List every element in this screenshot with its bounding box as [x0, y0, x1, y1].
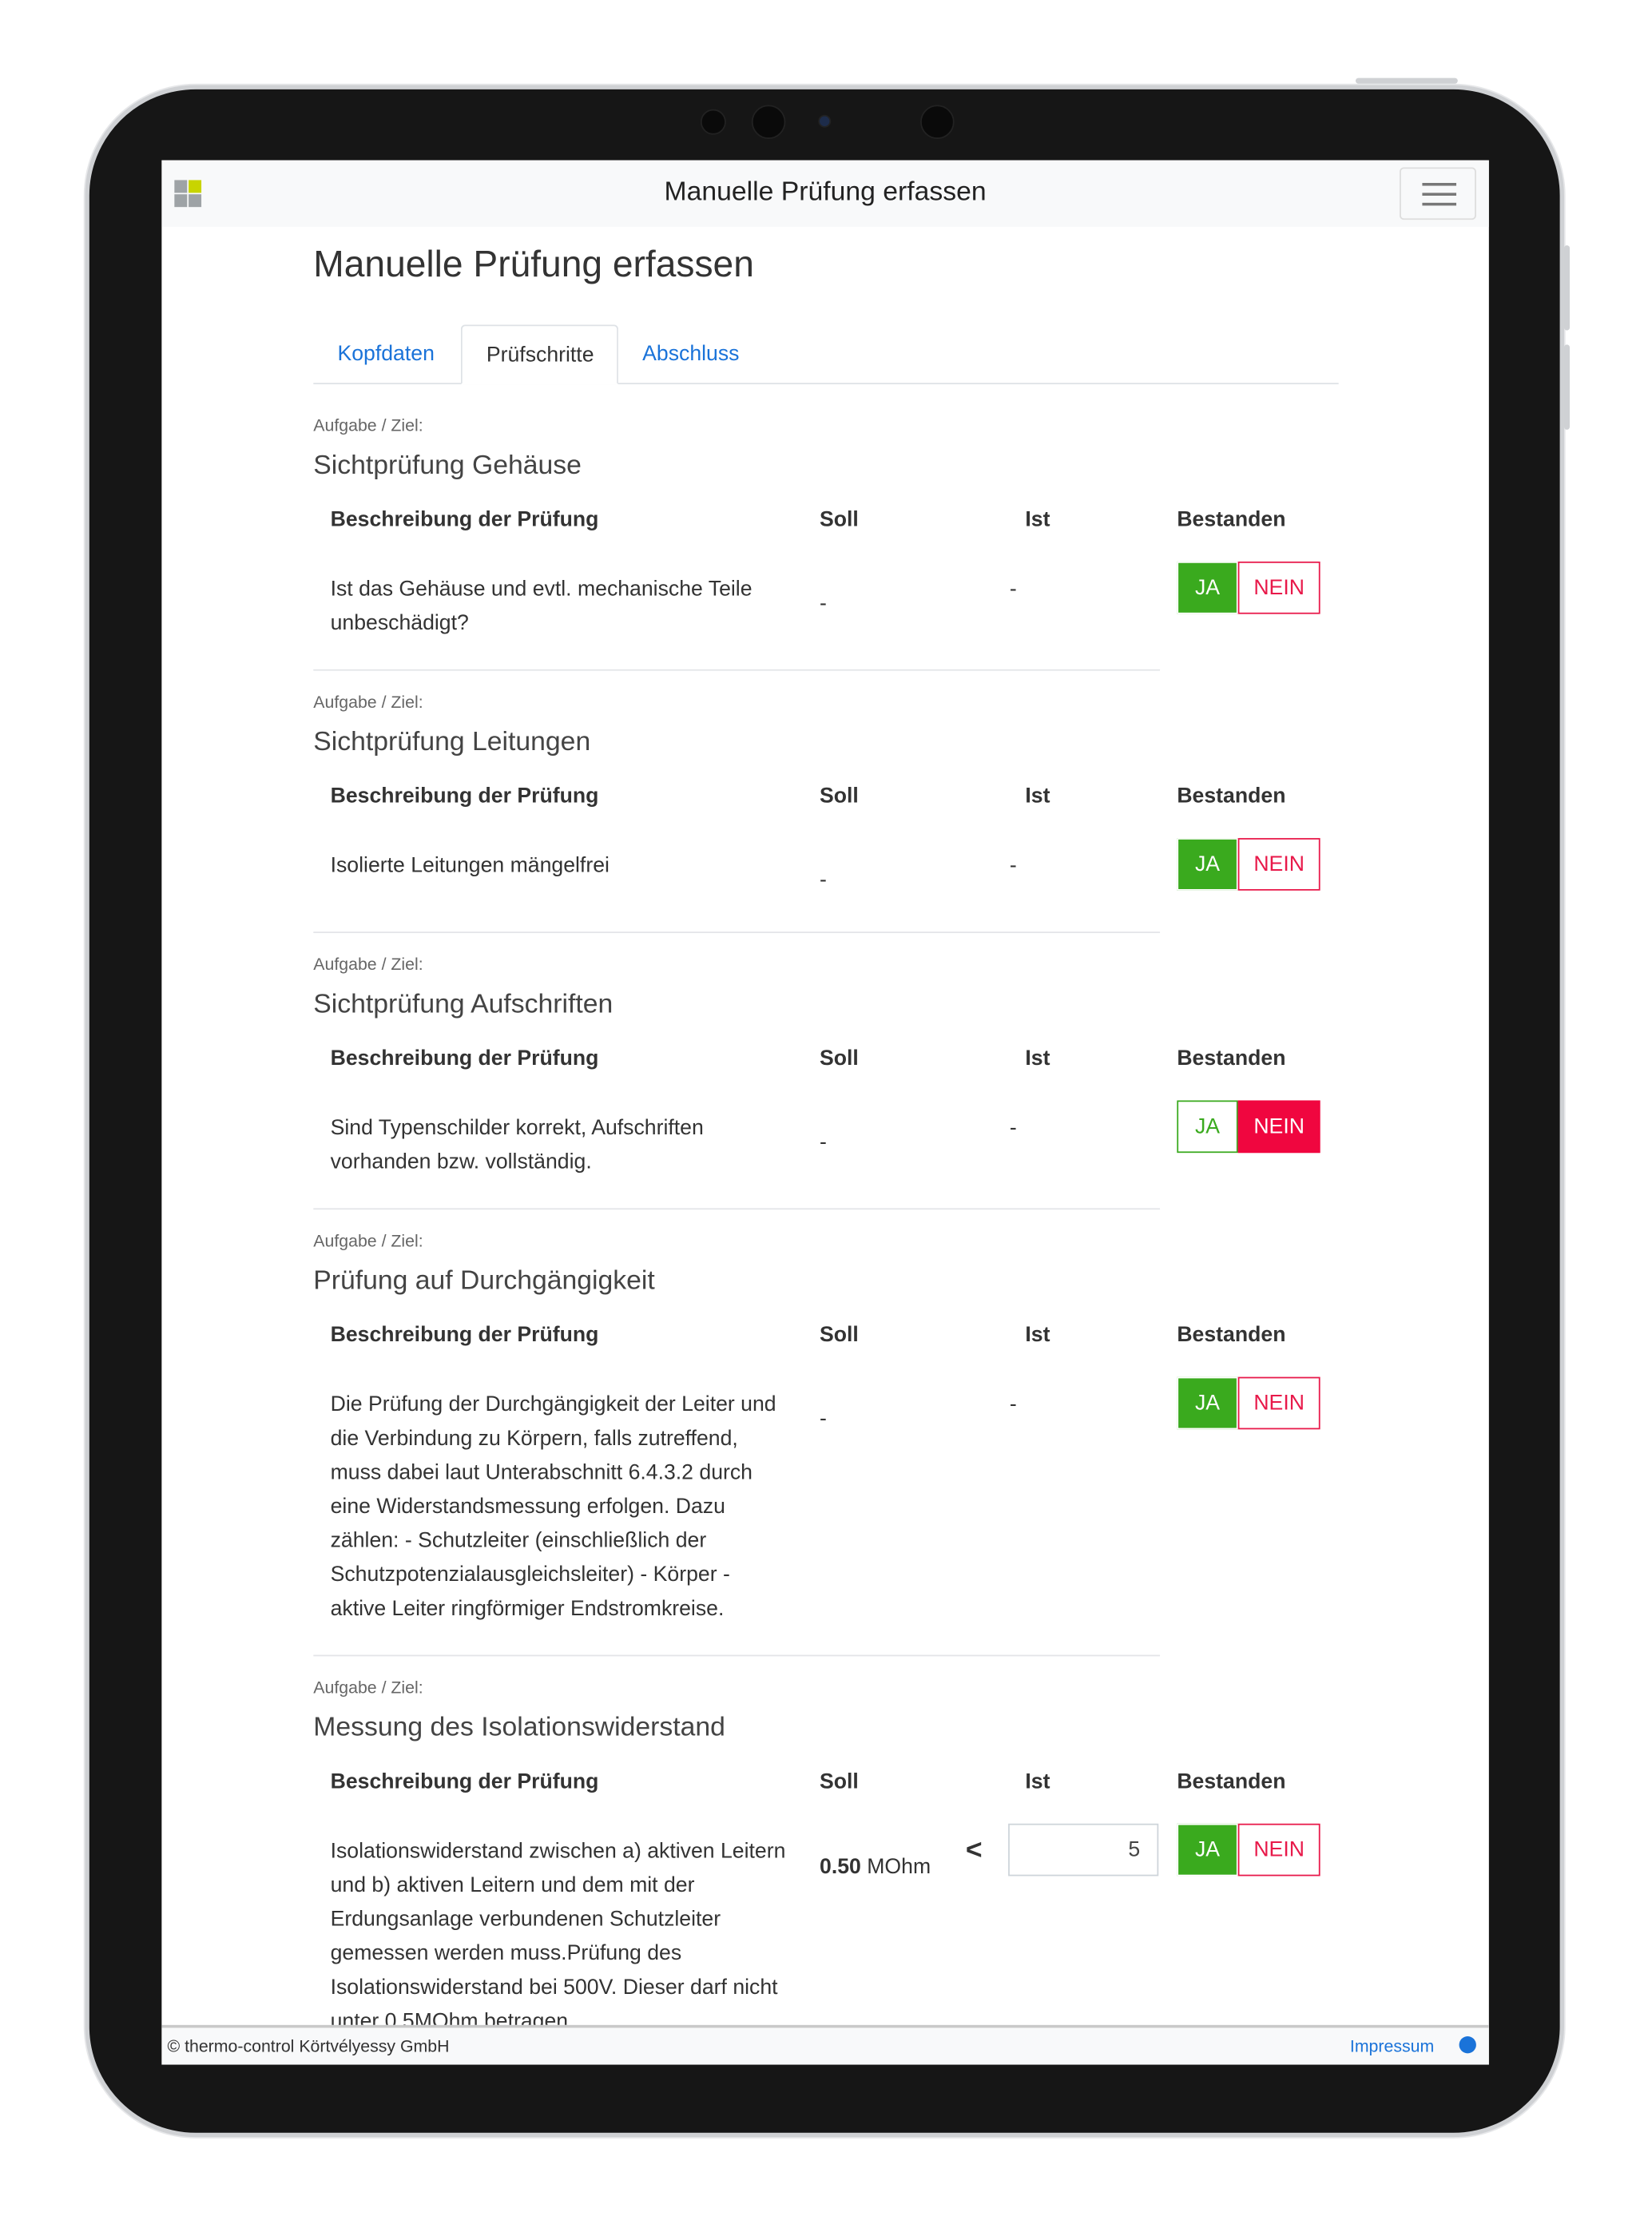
- table-row: Ist das Gehäuse und evtl. mechanische Te…: [313, 556, 1320, 671]
- aufgabe-label: Aufgabe / Ziel:: [313, 1230, 423, 1251]
- volume-down-button: [1563, 344, 1571, 430]
- section-title: Messung des Isolationswiderstand: [313, 1713, 725, 1743]
- top-button: [1355, 77, 1458, 84]
- soll-unit: MOhm: [867, 1854, 931, 1880]
- header-beschreibung: Beschreibung der Prüfung: [330, 507, 599, 532]
- github-icon[interactable]: [1459, 2036, 1476, 2054]
- table-header: Beschreibung der Prüfung Soll Ist Bestan…: [313, 488, 1338, 556]
- header-soll: Soll: [820, 1769, 859, 1794]
- header-soll: Soll: [820, 1323, 859, 1348]
- operator: <: [965, 1834, 983, 1867]
- ist-value: -: [1009, 1116, 1017, 1141]
- table-header: Beschreibung der Prüfung Soll Ist Bestan…: [313, 1027, 1338, 1094]
- header-bestanden: Bestanden: [1177, 784, 1286, 808]
- navbar-title: Manuelle Prüfung erfassen: [664, 177, 987, 208]
- table-header: Beschreibung der Prüfung Soll Ist Bestan…: [313, 1303, 1338, 1371]
- soll-value: 0.50 MOhm: [820, 1855, 931, 1879]
- description: Ist das Gehäuse und evtl. mechanische Te…: [330, 577, 753, 636]
- ja-button[interactable]: JA: [1177, 561, 1238, 614]
- camera-lens-icon: [818, 114, 832, 128]
- pruefschritt-section: Aufgabe / Ziel: Sichtprüfung Gehäuse Bes…: [313, 414, 1338, 671]
- section-title: Sichtprüfung Leitungen: [313, 727, 591, 757]
- header-ist: Ist: [1025, 1323, 1050, 1348]
- tab-kopfdaten[interactable]: Kopfdaten: [313, 324, 459, 383]
- soll-value: -: [820, 1406, 827, 1432]
- nein-button[interactable]: NEIN: [1237, 1376, 1320, 1430]
- pruefschritt-section: Aufgabe / Ziel: Sichtprüfung Leitungen B…: [313, 690, 1338, 934]
- header-beschreibung: Beschreibung der Prüfung: [330, 1323, 599, 1348]
- ja-button[interactable]: JA: [1177, 1823, 1238, 1877]
- aufgabe-label: Aufgabe / Ziel:: [313, 415, 423, 435]
- header-soll: Soll: [820, 784, 859, 808]
- table-header: Beschreibung der Prüfung Soll Ist Bestan…: [313, 765, 1338, 832]
- menu-toggle-button[interactable]: [1400, 167, 1476, 220]
- bestanden-toggle: JA NEIN: [1177, 561, 1320, 614]
- aufgabe-label: Aufgabe / Ziel:: [313, 1677, 423, 1698]
- description: Die Prüfung der Durchgängigkeit der Leit…: [330, 1392, 776, 1621]
- tab-pruefschritte[interactable]: Prüfschritte: [460, 324, 618, 385]
- camera-icon: [751, 105, 786, 139]
- tab-bar: Kopfdaten Prüfschritte Abschluss: [313, 324, 1339, 385]
- section-title: Prüfung auf Durchgängigkeit: [313, 1266, 655, 1297]
- soll-number: 0.50: [820, 1854, 861, 1880]
- description: Isolationswiderstand zwischen a) aktiven…: [330, 1839, 786, 2034]
- header-ist: Ist: [1025, 507, 1050, 532]
- ja-button[interactable]: JA: [1177, 1100, 1238, 1154]
- header-bestanden: Bestanden: [1177, 1046, 1286, 1071]
- copyright: © thermo-control Körtvélyessy GmbH: [167, 2036, 450, 2056]
- ja-button[interactable]: JA: [1177, 838, 1238, 891]
- header-bestanden: Bestanden: [1177, 1323, 1286, 1348]
- bestanden-toggle: JA NEIN: [1177, 1823, 1320, 1877]
- header-beschreibung: Beschreibung der Prüfung: [330, 1046, 599, 1071]
- pruefschritt-section: Aufgabe / Ziel: Prüfung auf Durchgängigk…: [313, 1229, 1338, 1657]
- aufgabe-label: Aufgabe / Ziel:: [313, 954, 423, 975]
- bestanden-toggle: JA NEIN: [1177, 838, 1320, 891]
- header-soll: Soll: [820, 507, 859, 532]
- sensor-icon: [700, 109, 726, 135]
- header-beschreibung: Beschreibung der Prüfung: [330, 1769, 599, 1794]
- ist-input[interactable]: [1008, 1823, 1159, 1877]
- tab-abschluss[interactable]: Abschluss: [618, 324, 764, 383]
- header-soll: Soll: [820, 1046, 859, 1071]
- pruefschritt-section: Aufgabe / Ziel: Sichtprüfung Aufschrifte…: [313, 953, 1338, 1210]
- page-title: Manuelle Prüfung erfassen: [313, 242, 754, 285]
- hamburger-icon: [1422, 182, 1457, 186]
- description: Isolierte Leitungen mängelfrei: [330, 853, 610, 878]
- aufgabe-label: Aufgabe / Ziel:: [313, 692, 423, 713]
- navbar: Manuelle Prüfung erfassen: [161, 160, 1489, 228]
- table-header: Beschreibung der Prüfung Soll Ist Bestan…: [313, 1749, 1338, 1817]
- table-row: Isolierte Leitungen mängelfrei - - JA NE…: [313, 832, 1320, 934]
- volume-up-button: [1563, 245, 1571, 331]
- sensor-icon: [920, 105, 955, 139]
- nein-button[interactable]: NEIN: [1237, 561, 1320, 614]
- header-bestanden: Bestanden: [1177, 507, 1286, 532]
- app-screen: Manuelle Prüfung erfassen Manuelle Prüfu…: [161, 160, 1489, 2065]
- header-ist: Ist: [1025, 784, 1050, 808]
- soll-value: -: [820, 1130, 827, 1154]
- table-row: Die Prüfung der Durchgängigkeit der Leit…: [313, 1372, 1320, 1657]
- bestanden-toggle: JA NEIN: [1177, 1100, 1320, 1154]
- table-row: Sind Typenschilder korrekt, Aufschriften…: [313, 1094, 1320, 1210]
- nein-button[interactable]: NEIN: [1237, 1100, 1320, 1154]
- pruefschritte-list: Aufgabe / Ziel: Sichtprüfung Gehäuse Bes…: [313, 414, 1338, 2064]
- header-ist: Ist: [1025, 1769, 1050, 1794]
- soll-value: -: [820, 868, 827, 892]
- section-title: Sichtprüfung Aufschriften: [313, 990, 614, 1020]
- section-title: Sichtprüfung Gehäuse: [313, 451, 582, 481]
- description: Sind Typenschilder korrekt, Aufschriften…: [330, 1116, 704, 1174]
- header-bestanden: Bestanden: [1177, 1769, 1286, 1794]
- impressum-link[interactable]: Impressum: [1350, 2036, 1434, 2056]
- soll-value: -: [820, 591, 827, 616]
- nein-button[interactable]: NEIN: [1237, 838, 1320, 891]
- footer: © thermo-control Körtvélyessy GmbH Impre…: [161, 2024, 1489, 2065]
- nein-button[interactable]: NEIN: [1237, 1823, 1320, 1877]
- ist-value: -: [1009, 853, 1017, 878]
- ist-value: -: [1009, 577, 1017, 602]
- pruefschritt-section: Aufgabe / Ziel: Messung des Isolationswi…: [313, 1676, 1338, 2064]
- ja-button[interactable]: JA: [1177, 1376, 1238, 1430]
- ist-value: -: [1009, 1392, 1017, 1417]
- header-ist: Ist: [1025, 1046, 1050, 1071]
- header-beschreibung: Beschreibung der Prüfung: [330, 784, 599, 808]
- bestanden-toggle: JA NEIN: [1177, 1376, 1320, 1430]
